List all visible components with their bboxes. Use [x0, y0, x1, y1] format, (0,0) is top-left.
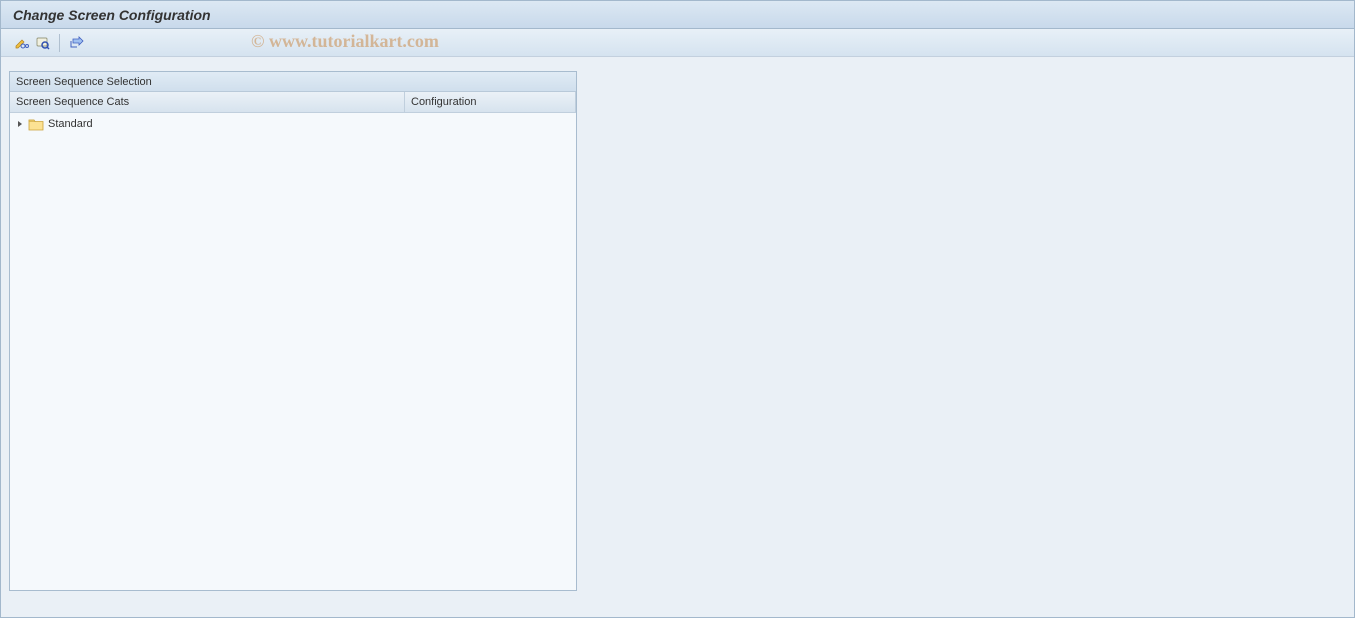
col2-label: Configuration [411, 96, 476, 108]
toggle-display-change-button[interactable] [11, 33, 31, 53]
column-headers: Screen Sequence Cats Configuration [10, 92, 576, 113]
window-title: Change Screen Configuration [13, 7, 211, 23]
column-header-configuration[interactable]: Configuration [405, 92, 576, 112]
panel-header: Screen Sequence Selection [10, 72, 576, 92]
panel-title: Screen Sequence Selection [16, 76, 152, 88]
window-frame: Change Screen Configuration © www.tuto [0, 0, 1355, 618]
tree-item-label: Standard [48, 118, 93, 130]
title-bar: Change Screen Configuration [1, 1, 1354, 29]
where-used-button[interactable] [33, 33, 53, 53]
tree-panel: Screen Sequence Selection Screen Sequenc… [9, 71, 577, 591]
pencil-glasses-icon [13, 35, 29, 51]
toolbar [1, 29, 1354, 57]
tree-body: Standard [10, 113, 576, 135]
column-header-cats[interactable]: Screen Sequence Cats [10, 92, 405, 112]
share-icon [68, 35, 84, 51]
transport-button[interactable] [66, 33, 86, 53]
tree-row-standard[interactable]: Standard [10, 115, 576, 133]
folder-icon [28, 118, 44, 131]
col1-label: Screen Sequence Cats [16, 96, 129, 108]
toolbar-separator [59, 34, 60, 52]
expand-arrow-icon[interactable] [16, 120, 24, 128]
find-icon [35, 35, 51, 51]
content-area: Screen Sequence Selection Screen Sequenc… [1, 57, 1354, 617]
